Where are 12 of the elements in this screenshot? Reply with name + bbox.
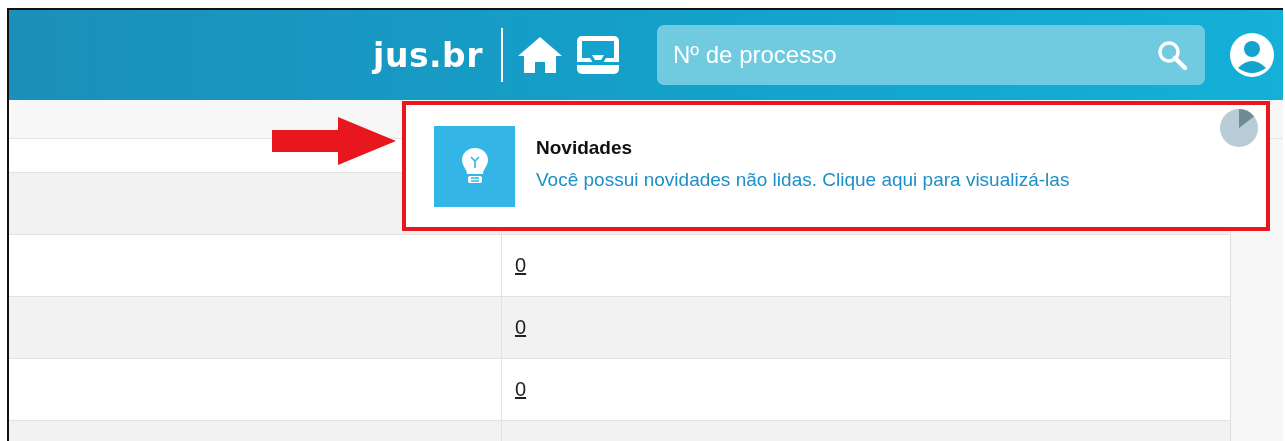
lightbulb-icon	[460, 147, 489, 185]
notification-title: Novidades	[536, 137, 634, 159]
countdown-timer-icon	[1220, 109, 1258, 147]
count-link[interactable]: 0	[515, 378, 527, 401]
search-icon[interactable]	[1157, 40, 1187, 70]
home-icon[interactable]	[517, 35, 563, 75]
notification-link[interactable]: Você possui novidades não lidas. Clique aqui para visualizá-las	[536, 169, 1070, 191]
search-field[interactable]: Nº de processo	[657, 25, 1205, 85]
count-link[interactable]: 0	[515, 316, 527, 339]
count-link[interactable]: 0	[515, 254, 527, 277]
user-avatar-icon[interactable]	[1229, 32, 1275, 78]
inbox-icon[interactable]	[575, 34, 621, 76]
